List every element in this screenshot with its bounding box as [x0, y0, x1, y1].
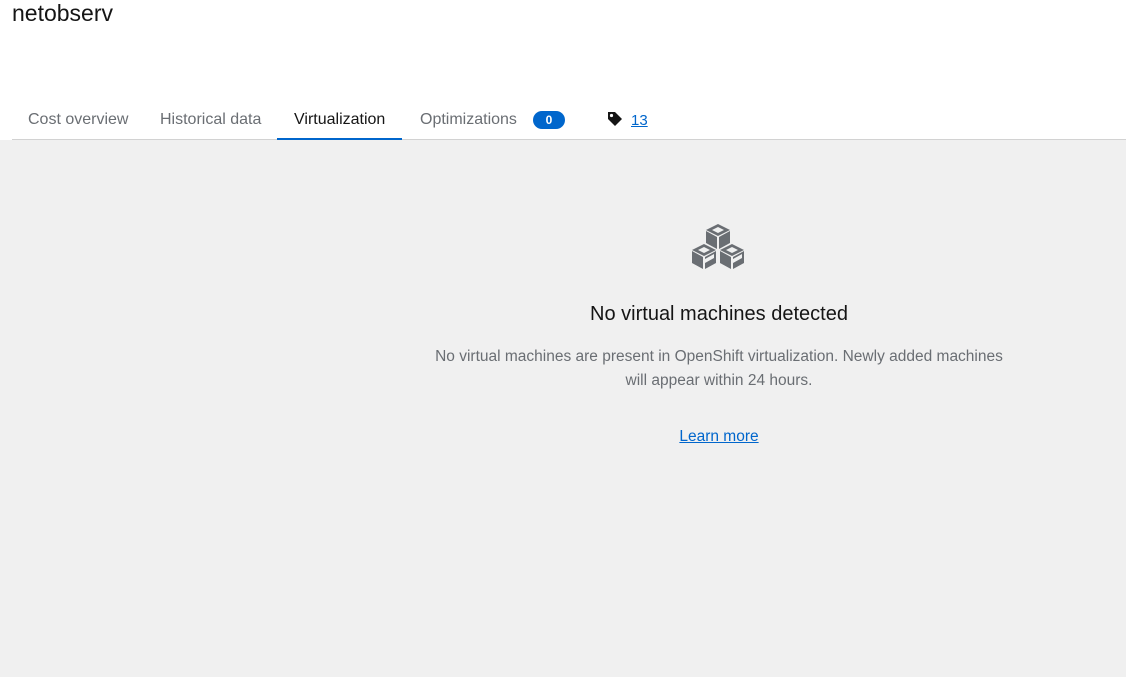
tab-cost-overview-label: Cost overview	[28, 111, 129, 128]
tag-count-link[interactable]: 13	[631, 112, 648, 129]
empty-state-title: No virtual machines detected	[590, 303, 848, 325]
tab-historical-data-label: Historical data	[160, 111, 262, 128]
page-title: netobserv	[12, 0, 114, 26]
learn-more-link[interactable]: Learn more	[679, 428, 758, 445]
tab-historical-data[interactable]: Historical data	[144, 100, 277, 140]
virtualization-content: No virtual machines detected No virtual …	[0, 140, 1126, 677]
cubes-icon	[692, 224, 744, 269]
tab-optimizations-label: Optimizations	[420, 111, 517, 128]
optimizations-count-badge: 0	[532, 111, 565, 129]
empty-state-body-line-2: will appear within 24 hours.	[625, 372, 813, 389]
tags-toggle[interactable]: 13	[607, 100, 648, 140]
tab-optimizations[interactable]: Optimizations 0	[404, 100, 581, 140]
tab-virtualization-label: Virtualization	[294, 111, 386, 128]
tag-icon	[608, 111, 622, 126]
empty-state-body-line-1: No virtual machines are present in OpenS…	[435, 348, 1003, 365]
tab-cost-overview[interactable]: Cost overview	[12, 100, 144, 140]
tab-virtualization[interactable]: Virtualization	[277, 100, 403, 141]
empty-state-body: No virtual machines are present in OpenS…	[410, 345, 1028, 393]
tab-bar: Cost overview Historical data Virtualiza…	[12, 100, 1126, 141]
learn-more-row: Learn more	[410, 425, 1028, 449]
